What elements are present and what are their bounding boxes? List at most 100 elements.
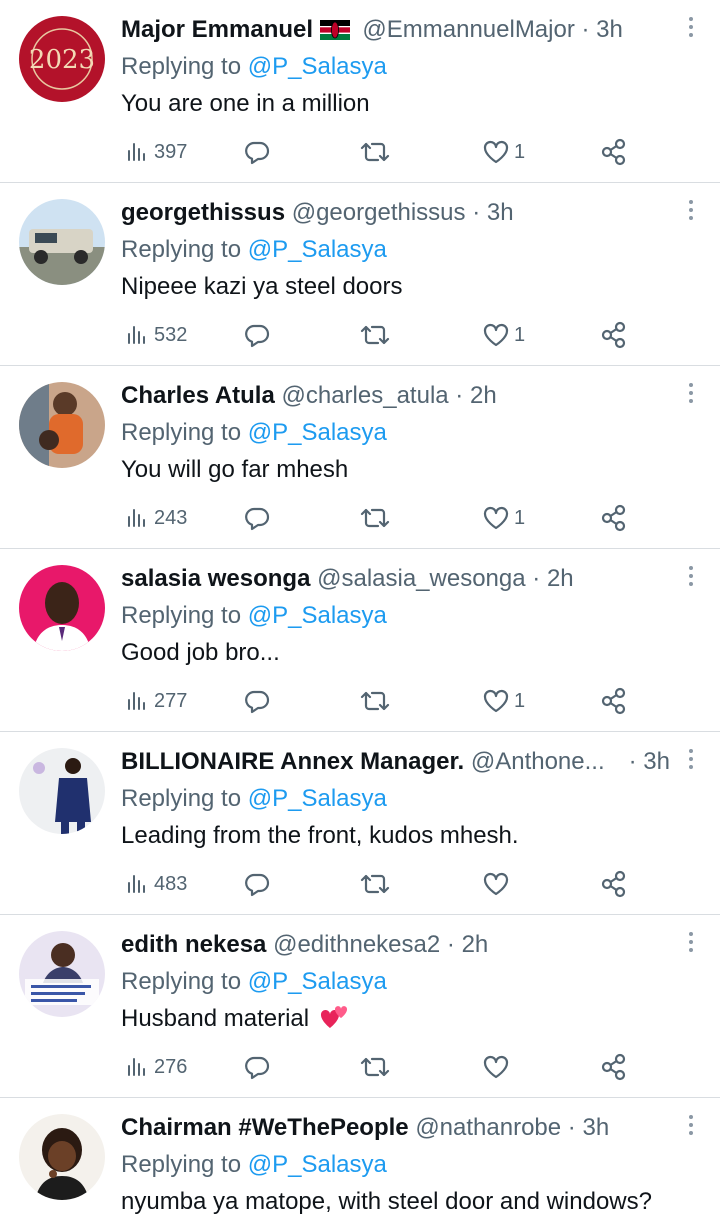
views-button[interactable]: 397 xyxy=(126,134,187,170)
mention-link[interactable]: @P_Salasya xyxy=(248,968,387,995)
timestamp[interactable]: 3h xyxy=(487,199,514,226)
tweet-header: BILLIONAIRE Annex Manager. @Anthone... xyxy=(121,746,640,778)
user-handle[interactable]: @charles_atula xyxy=(282,382,449,409)
views-icon xyxy=(128,509,145,527)
like-button[interactable]: 1 xyxy=(482,683,525,719)
like-icon xyxy=(483,140,509,164)
retweet-button[interactable] xyxy=(360,1049,390,1085)
tweet-card[interactable]: Chairman #WeThePeople @nathanrobe · 3h R… xyxy=(0,1098,720,1223)
tweet-card[interactable]: Charles Atula @charles_atula · 2h Replyi… xyxy=(0,366,720,549)
mention-link[interactable]: @P_Salasya xyxy=(248,236,387,263)
views-button[interactable]: 243 xyxy=(126,500,187,536)
more-icon[interactable] xyxy=(686,1112,696,1140)
reply-button[interactable] xyxy=(243,866,271,902)
views-button[interactable]: 483 xyxy=(126,866,187,902)
retweet-button[interactable] xyxy=(360,134,390,170)
like-button[interactable]: 1 xyxy=(482,317,525,353)
two-hearts-emoji-icon xyxy=(320,1004,350,1030)
user-handle[interactable]: @edithnekesa2 xyxy=(273,931,440,958)
more-icon[interactable] xyxy=(686,563,696,591)
timestamp[interactable]: 2h xyxy=(470,382,497,409)
reply-icon xyxy=(245,324,270,348)
reply-button[interactable] xyxy=(243,683,271,719)
share-icon xyxy=(601,321,626,349)
like-button[interactable] xyxy=(482,1049,514,1085)
more-icon[interactable] xyxy=(686,14,696,42)
share-button[interactable] xyxy=(600,683,628,719)
more-icon[interactable] xyxy=(686,380,696,408)
timestamp[interactable]: 2h xyxy=(462,931,489,958)
display-name[interactable]: salasia wesonga xyxy=(121,565,310,592)
user-handle[interactable]: @Anthone... xyxy=(471,748,605,775)
like-button[interactable]: 1 xyxy=(482,134,525,170)
share-button[interactable] xyxy=(600,317,628,353)
display-name[interactable]: BILLIONAIRE Annex Manager. xyxy=(121,748,464,775)
more-icon[interactable] xyxy=(686,746,696,774)
tweet-card[interactable]: BILLIONAIRE Annex Manager. @Anthone... ·… xyxy=(0,732,720,915)
tweet-text: nyumba ya matope, with steel door and wi… xyxy=(121,1188,652,1215)
timestamp[interactable]: 3h xyxy=(643,748,670,775)
mention-link[interactable]: @P_Salasya xyxy=(248,419,387,446)
user-handle[interactable]: @georgethissus xyxy=(292,199,466,226)
avatar[interactable] xyxy=(19,565,105,651)
action-bar: 532 1 xyxy=(0,317,720,353)
retweet-icon xyxy=(360,142,390,162)
avatar-image: 2023 xyxy=(19,16,105,102)
avatar[interactable] xyxy=(19,748,105,834)
share-button[interactable] xyxy=(600,866,628,902)
share-button[interactable] xyxy=(600,500,628,536)
mention-link[interactable]: @P_Salasya xyxy=(248,602,387,629)
more-icon[interactable] xyxy=(686,929,696,957)
retweet-button[interactable] xyxy=(360,683,390,719)
replies-feed: 2023 Major Emmanuel @EmmannuelMajor · 3h xyxy=(0,0,720,1223)
user-handle[interactable]: @EmmannuelMajor xyxy=(362,16,574,43)
retweet-button[interactable] xyxy=(360,317,390,353)
views-button[interactable]: 277 xyxy=(126,683,187,719)
tweet-card[interactable]: 2023 Major Emmanuel @EmmannuelMajor · 3h xyxy=(0,0,720,183)
display-name[interactable]: Chairman #WeThePeople xyxy=(121,1114,409,1141)
views-count: 397 xyxy=(154,140,188,163)
tweet-card[interactable]: salasia wesonga @salasia_wesonga · 2h Re… xyxy=(0,549,720,732)
reply-button[interactable] xyxy=(243,134,271,170)
separator: · xyxy=(532,565,541,592)
avatar[interactable] xyxy=(19,931,105,1017)
mention-link[interactable]: @P_Salasya xyxy=(248,785,387,812)
display-name[interactable]: edith nekesa xyxy=(121,931,266,958)
avatar[interactable] xyxy=(19,382,105,468)
share-button[interactable] xyxy=(600,134,628,170)
mention-link[interactable]: @P_Salasya xyxy=(248,1151,387,1178)
tweet-text: Husband material xyxy=(121,1005,310,1032)
tweet-card[interactable]: edith nekesa @edithnekesa2 · 2h Replying… xyxy=(0,915,720,1098)
reply-button[interactable] xyxy=(243,1049,271,1085)
user-handle[interactable]: @salasia_wesonga xyxy=(317,565,526,592)
reply-button[interactable] xyxy=(243,317,271,353)
display-name[interactable]: georgethissus xyxy=(121,199,285,226)
avatar[interactable] xyxy=(19,199,105,285)
mention-link[interactable]: @P_Salasya xyxy=(248,53,387,80)
display-name[interactable]: Charles Atula xyxy=(121,382,275,409)
views-icon xyxy=(128,1058,145,1076)
views-button[interactable]: 532 xyxy=(126,317,187,353)
like-button[interactable] xyxy=(482,866,514,902)
avatar[interactable]: 2023 xyxy=(19,16,105,102)
avatar[interactable] xyxy=(19,1114,105,1200)
retweet-button[interactable] xyxy=(360,866,390,902)
timestamp-group: · 3h xyxy=(629,746,670,778)
more-icon[interactable] xyxy=(686,197,696,225)
timestamp[interactable]: 3h xyxy=(582,1114,609,1141)
likes-count: 1 xyxy=(514,506,526,529)
reply-button[interactable] xyxy=(243,500,271,536)
avatar-image xyxy=(19,931,105,1017)
retweet-button[interactable] xyxy=(360,500,390,536)
display-name[interactable]: Major Emmanuel xyxy=(121,16,313,43)
avatar-image xyxy=(19,748,105,834)
share-button[interactable] xyxy=(600,1049,628,1085)
views-button[interactable]: 276 xyxy=(126,1049,187,1085)
like-button[interactable]: 1 xyxy=(482,500,525,536)
reply-icon xyxy=(245,873,270,897)
tweet-header: edith nekesa @edithnekesa2 · 2h xyxy=(121,929,670,961)
timestamp[interactable]: 3h xyxy=(596,16,623,43)
timestamp[interactable]: 2h xyxy=(547,565,574,592)
user-handle[interactable]: @nathanrobe xyxy=(415,1114,561,1141)
tweet-card[interactable]: georgethissus @georgethissus · 3h Replyi… xyxy=(0,183,720,366)
